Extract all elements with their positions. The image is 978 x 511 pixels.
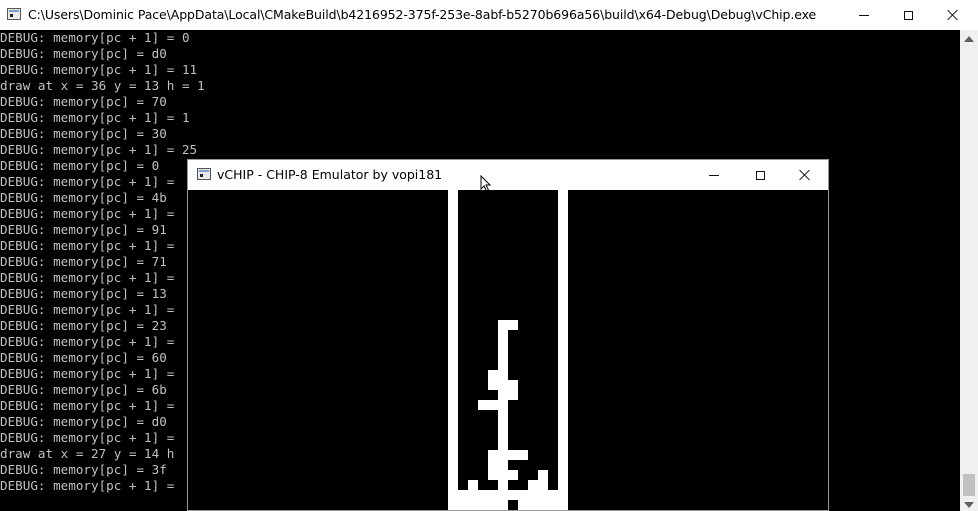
minimize-icon (859, 14, 869, 16)
console-line: DEBUG: memory[pc + 1] = 25 (0, 142, 198, 157)
emulator-window-title: vCHIP - CHIP-8 Emulator by vopi181 (217, 167, 443, 182)
console-scrollbar[interactable] (960, 30, 978, 511)
block-pixel (458, 500, 508, 510)
block-pixel (458, 490, 558, 500)
block-pixel (498, 390, 508, 400)
console-window-title: C:\Users\Dominic Pace\AppData\Local\CMak… (28, 7, 817, 22)
block-pixel (538, 470, 548, 490)
emulator-app-icon[interactable] (197, 168, 211, 180)
console-line: DEBUG: memory[pc + 1] = 0 (0, 30, 190, 45)
minimize-icon (709, 174, 719, 176)
console-maximize-button[interactable] (885, 0, 931, 30)
console-app-icon[interactable] (7, 8, 21, 20)
block-pixel (478, 400, 498, 410)
console-line: DEBUG: memory[pc + 1] = 1 (0, 110, 190, 125)
console-line: DEBUG: memory[pc] = 30 (0, 126, 167, 141)
block-pixel (508, 470, 518, 480)
scroll-up-arrow-icon[interactable] (964, 36, 974, 42)
scroll-thumb[interactable] (963, 474, 975, 496)
console-line: draw at x = 36 y = 13 h = 1 (0, 78, 205, 93)
block-pixel (498, 330, 508, 370)
block-pixel (488, 450, 508, 480)
console-titlebar[interactable]: C:\Users\Dominic Pace\AppData\Local\CMak… (0, 0, 978, 30)
emulator-window: vCHIP - CHIP-8 Emulator by vopi181 (187, 159, 829, 511)
emulator-display[interactable] (188, 190, 828, 510)
console-line: DEBUG: memory[pc + 1] = 11 (0, 62, 198, 77)
block-pixel (528, 480, 538, 490)
console-line: DEBUG: memory[pc] = d0 (0, 46, 167, 61)
block-pixel (508, 450, 528, 460)
maximize-icon (755, 170, 765, 180)
mouse-cursor-icon (480, 175, 492, 192)
block-pixel (488, 370, 508, 390)
block-pixel (498, 320, 518, 330)
scroll-down-arrow-icon[interactable] (964, 502, 974, 508)
emulator-close-button[interactable] (782, 160, 828, 190)
block-pixel (508, 380, 518, 400)
emulator-maximize-button[interactable] (737, 160, 783, 190)
well-right-wall (558, 190, 568, 510)
emulator-titlebar[interactable]: vCHIP - CHIP-8 Emulator by vopi181 (188, 160, 828, 190)
console-close-button[interactable] (930, 0, 976, 30)
block-pixel (498, 400, 508, 450)
block-pixel (498, 480, 508, 490)
block-pixel (468, 480, 478, 490)
emulator-minimize-button[interactable] (691, 160, 737, 190)
block-pixel (518, 500, 558, 510)
close-icon (799, 169, 811, 181)
maximize-icon (903, 10, 913, 20)
console-minimize-button[interactable] (841, 0, 887, 30)
console-line: DEBUG: memory[pc] = 70 (0, 94, 167, 109)
close-icon (947, 9, 959, 21)
well-left-wall (448, 190, 458, 510)
